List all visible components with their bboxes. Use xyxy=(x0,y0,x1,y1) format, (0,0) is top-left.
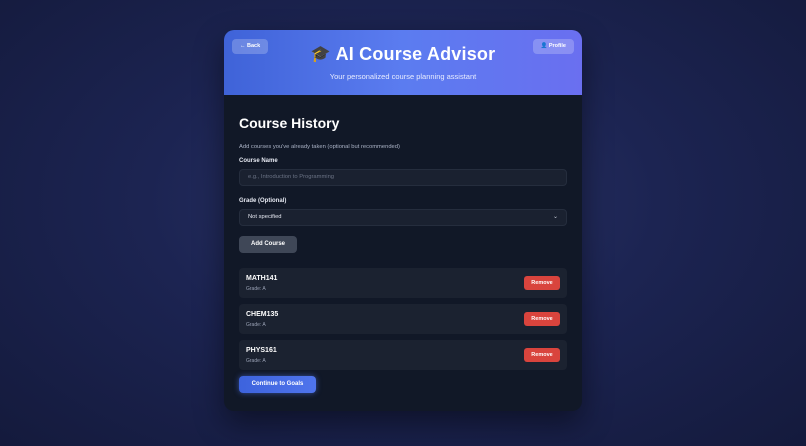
course-grade: Grade: A xyxy=(246,358,266,364)
chevron-down-icon: ⌄ xyxy=(552,214,558,220)
continue-to-goals-button[interactable]: Continue to Goals xyxy=(239,376,316,393)
course-list: MATH141 Grade: A Remove CHEM135 Grade: A… xyxy=(239,268,567,370)
remove-course-button[interactable]: Remove xyxy=(524,312,560,326)
section-title: Course History xyxy=(239,115,340,131)
course-grade: Grade: A xyxy=(246,322,266,328)
course-item: PHYS161 Grade: A Remove xyxy=(239,340,567,370)
course-grade: Grade: A xyxy=(246,286,266,292)
course-code: PHYS161 xyxy=(246,347,277,354)
title-row: 🎓 AI Course Advisor xyxy=(224,44,582,65)
graduation-cap-icon: 🎓 xyxy=(310,45,331,63)
course-name-label: Course Name xyxy=(239,158,278,164)
grade-select-value: Not specified xyxy=(248,214,282,220)
main-content: Course History Add courses you've alread… xyxy=(224,115,582,393)
grade-label: Grade (Optional) xyxy=(239,198,287,204)
course-code: CHEM135 xyxy=(246,311,279,318)
add-course-button[interactable]: Add Course xyxy=(239,236,297,253)
remove-course-button[interactable]: Remove xyxy=(524,276,560,290)
course-item: CHEM135 Grade: A Remove xyxy=(239,304,567,334)
page-subtitle: Your personalized course planning assist… xyxy=(329,72,477,81)
course-advisor-card: ← Back 👤 Profile 🎓 AI Course Advisor You… xyxy=(224,30,582,411)
header-banner: ← Back 👤 Profile 🎓 AI Course Advisor You… xyxy=(224,30,582,95)
course-item: MATH141 Grade: A Remove xyxy=(239,268,567,298)
course-code: MATH141 xyxy=(246,275,278,282)
grade-select[interactable]: Not specified ⌄ xyxy=(239,209,567,226)
page-title: AI Course Advisor xyxy=(335,44,496,64)
helper-text: Add courses you've already taken (option… xyxy=(239,144,400,150)
remove-course-button[interactable]: Remove xyxy=(524,348,560,362)
course-name-input[interactable]: e.g., Introduction to Programming xyxy=(239,169,567,186)
